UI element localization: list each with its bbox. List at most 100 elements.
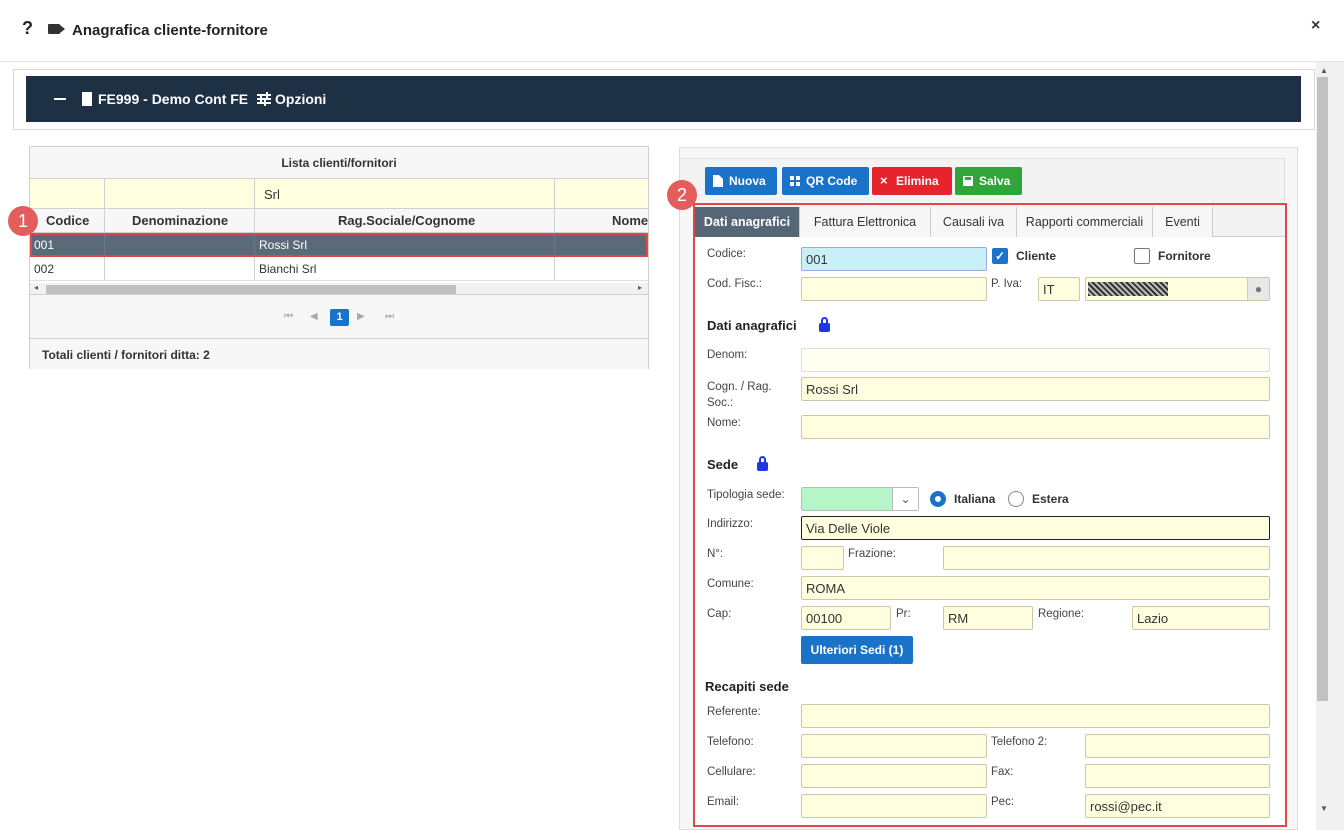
first-page-icon[interactable]: ⏮ <box>284 311 293 322</box>
prev-page-icon[interactable]: ◀ <box>310 311 318 322</box>
cliente-label: Cliente <box>1016 249 1057 263</box>
grid-header-row: Codice Denominazione Rag.Sociale/Cognome… <box>30 209 648 233</box>
company-name[interactable]: FE999 - Demo Cont FE <box>98 91 248 107</box>
telefono-field[interactable] <box>801 734 987 758</box>
floppy-disk-icon <box>963 176 973 186</box>
scroll-left-arrow-icon[interactable]: ◂ <box>34 283 38 292</box>
italiana-label: Italiana <box>954 492 996 506</box>
ulteriori-sedi-button[interactable]: Ulteriori Sedi (1) <box>801 636 913 664</box>
next-page-icon[interactable]: ▶ <box>357 311 365 322</box>
estera-label: Estera <box>1032 492 1069 506</box>
scrollbar-thumb[interactable] <box>1317 77 1328 701</box>
lock-icon[interactable] <box>819 317 830 332</box>
save-button[interactable]: Salva <box>955 167 1022 195</box>
last-page-icon[interactable]: ⏭ <box>385 311 394 322</box>
fornitore-checkbox[interactable] <box>1134 248 1150 264</box>
video-camera-icon[interactable] <box>48 24 65 34</box>
regione-label: Regione: <box>1038 608 1085 620</box>
x-icon: × <box>880 173 888 188</box>
frazione-field[interactable] <box>943 546 1270 570</box>
fax-field[interactable] <box>1085 764 1270 788</box>
table-row[interactable]: 002 Bianchi Srl <box>30 257 648 281</box>
grid-caption: Lista clienti/fornitori <box>30 147 648 179</box>
col-header-nome[interactable]: Nome <box>612 213 648 228</box>
indirizzo-label: Indirizzo: <box>707 518 754 530</box>
nome-label: Nome: <box>707 417 741 429</box>
telefono-label: Telefono: <box>707 736 754 748</box>
cap-field[interactable]: 00100 <box>801 606 891 630</box>
indirizzo-field[interactable]: Via Delle Viole <box>801 516 1270 540</box>
globe-icon[interactable]: ● <box>1247 278 1269 300</box>
regione-field[interactable]: Lazio <box>1132 606 1270 630</box>
cliente-checkbox[interactable]: ✓ <box>992 248 1008 264</box>
nome-field[interactable] <box>801 415 1270 439</box>
estera-radio[interactable] <box>1008 491 1024 507</box>
help-icon[interactable]: ? <box>22 18 33 39</box>
cellulare-label: Cellulare: <box>707 766 756 778</box>
scroll-down-arrow-icon[interactable]: ▼ <box>1320 804 1328 813</box>
cogn-field[interactable]: Rossi Srl <box>801 377 1270 401</box>
denom-field[interactable] <box>801 348 1270 372</box>
piva-country-field[interactable]: IT <box>1038 277 1080 301</box>
codice-label: Codice: <box>707 248 746 260</box>
provincia-field[interactable]: RM <box>943 606 1033 630</box>
col-header-denominazione[interactable]: Denominazione <box>132 213 228 228</box>
filter-denominazione[interactable] <box>105 179 255 208</box>
qr-code-button[interactable]: QR Code <box>782 167 869 195</box>
italiana-radio[interactable] <box>930 491 946 507</box>
provincia-label: Pr: <box>896 608 911 620</box>
row-codice: 002 <box>34 262 55 276</box>
toolbar: Nuova QR Code × Elimina Salva <box>679 158 1285 202</box>
tab-rapporti-commerciali[interactable]: Rapporti commerciali <box>1017 207 1153 237</box>
sliders-icon[interactable] <box>257 92 271 106</box>
filter-ragsociale-value[interactable]: Srl <box>264 187 280 202</box>
tipologia-select[interactable]: ⌄ <box>801 487 919 511</box>
tab-causali-iva[interactable]: Causali iva <box>931 207 1017 237</box>
window-titlebar: ? Anagrafica cliente-fornitore × <box>0 0 1344 62</box>
tab-eventi[interactable]: Eventi <box>1153 207 1213 237</box>
row-codice: 001 <box>34 238 55 252</box>
close-icon[interactable]: × <box>1311 17 1320 35</box>
piva-field[interactable]: ● <box>1085 277 1270 301</box>
codfisc-field[interactable] <box>801 277 987 301</box>
delete-button[interactable]: × Elimina <box>872 167 952 195</box>
current-page[interactable]: 1 <box>330 309 349 326</box>
lock-icon[interactable] <box>757 456 768 471</box>
filter-ragsociale[interactable] <box>255 179 555 208</box>
totals-text: Totali clienti / fornitori ditta: 2 <box>30 339 648 369</box>
numero-field[interactable] <box>801 546 844 570</box>
email-label: Email: <box>707 796 739 808</box>
scroll-up-arrow-icon[interactable]: ▲ <box>1320 66 1328 75</box>
telefono2-label: Telefono 2: <box>991 736 1048 748</box>
pec-field[interactable]: rossi@pec.it <box>1085 794 1270 818</box>
collapse-icon[interactable] <box>54 98 66 100</box>
vertical-scrollbar[interactable]: ▲ ▼ <box>1316 62 1344 830</box>
scrollbar-thumb[interactable] <box>46 285 456 294</box>
scroll-right-arrow-icon[interactable]: ▸ <box>638 283 642 292</box>
options-button[interactable]: Opzioni <box>275 91 326 107</box>
email-field[interactable] <box>801 794 987 818</box>
new-button[interactable]: Nuova <box>705 167 777 195</box>
cellulare-field[interactable] <box>801 764 987 788</box>
piva-label: P. Iva: <box>991 278 1023 290</box>
referente-field[interactable] <box>801 704 1270 728</box>
table-row[interactable]: 001 Rossi Srl <box>30 233 648 257</box>
qr-code-icon <box>790 176 800 186</box>
filter-codice[interactable] <box>30 179 105 208</box>
section-dati-anagrafici: Dati anagrafici <box>707 318 797 333</box>
comune-field[interactable]: ROMA <box>801 576 1270 600</box>
col-header-ragsociale[interactable]: Rag.Sociale/Cognome <box>338 213 475 228</box>
telefono2-field[interactable] <box>1085 734 1270 758</box>
horizontal-scrollbar[interactable]: ◂ ▸ <box>30 283 648 295</box>
codice-field[interactable]: 001 <box>801 247 987 271</box>
comune-label: Comune: <box>707 578 754 590</box>
col-header-codice[interactable]: Codice <box>46 213 89 228</box>
tab-dati-anagrafici[interactable]: Dati anagrafici <box>695 207 800 237</box>
chevron-down-icon[interactable]: ⌄ <box>892 488 918 510</box>
piva-redacted <box>1088 282 1168 296</box>
denom-label: Denom: <box>707 349 748 361</box>
tab-fattura-elettronica[interactable]: Fattura Elettronica <box>800 207 931 237</box>
callout-badge-1: 1 <box>8 206 38 236</box>
referente-label: Referente: <box>707 706 761 718</box>
building-icon <box>82 92 92 106</box>
